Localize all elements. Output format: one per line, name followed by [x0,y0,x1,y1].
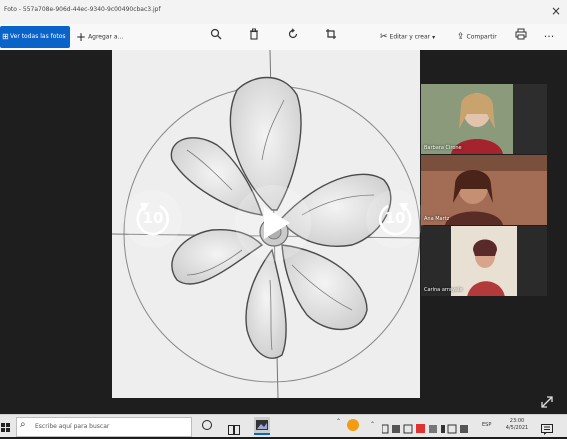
task-view-icon[interactable] [228,420,240,435]
share-button[interactable]: ⇪ Compartir [457,28,497,46]
toolbar: ⊞ Ver todas las fotos + Agregar a... ✂ Edi… [0,24,567,51]
search-placeholder: Escribe aquí para buscar [35,423,110,430]
add-to-button[interactable]: + Agregar a... [76,28,123,46]
chevron-down-icon: ▾ [432,33,436,41]
window-close-button[interactable]: × [551,4,561,18]
participant-video [421,84,547,154]
delete-icon[interactable] [245,28,263,46]
clock[interactable]: 23:00 4/5/2021 [500,418,534,432]
participant-video [421,226,547,296]
participant-name: Barbara Cirone [424,145,462,151]
more-options-button[interactable]: ··· [540,28,558,46]
add-to-label: Agregar a... [88,33,124,41]
forward-10-button[interactable]: 10 [366,190,424,248]
grid-icon: ⊞ [2,32,9,41]
rotate-icon[interactable] [284,28,302,46]
language-indicator[interactable]: ESP [482,422,491,428]
play-icon [264,207,290,239]
participant-name: Carina arrayaie [424,287,463,293]
rewind-seconds-label: 10 [142,209,164,227]
clock-date: 4/5/2021 [505,425,529,431]
participant-tile[interactable]: Ana Martz [421,155,547,225]
rewind-10-button[interactable]: 10 [124,190,182,248]
tray-overflow-icon[interactable]: ⌃ [336,418,341,425]
see-all-photos-label: Ver todas las fotos [10,33,66,40]
zoom-icon[interactable] [207,28,225,46]
window-title: Foto - 557a708e-906d-44ec-9340-9c00490cb… [4,6,161,13]
app-icon[interactable] [347,419,359,431]
share-label: Compartir [466,33,497,41]
crop-icon[interactable] [322,28,340,46]
participant-tile[interactable]: Barbara Cirone [421,84,547,154]
participant-name: Ana Martz [424,216,450,222]
chevron-up-icon[interactable]: ⌃ [370,421,375,428]
edit-icon: ✂ [380,32,388,42]
title-bar: Foto - 557a708e-906d-44ec-9340-9c00490cb… [0,0,567,25]
start-button[interactable] [1,419,11,432]
edit-create-label: Editar y crear [389,33,431,41]
forward-seconds-label: 10 [384,209,406,227]
search-icon: ⌕ [20,419,26,430]
notification-icon[interactable] [541,420,553,435]
edit-create-button[interactable]: ✂ Editar y crear ▾ [380,28,435,46]
see-all-photos-button[interactable]: ⊞ Ver todas las fotos [0,26,70,48]
photos-app-icon[interactable] [254,417,270,435]
play-button[interactable] [235,185,311,261]
clock-time: 23:00 [509,418,525,424]
participant-video-panel: Barbara Cirone Ana Martz Carina arrayaie [421,84,547,297]
share-icon: ⇪ [457,32,465,42]
taskbar-search[interactable]: ⌕ Escribe aquí para buscar [16,417,192,437]
plus-icon: + [76,30,87,44]
print-icon[interactable] [512,28,530,46]
participant-tile[interactable]: Carina arrayaie [421,226,547,296]
participant-video [421,155,547,225]
fullscreen-icon[interactable] [540,394,554,408]
system-tray-icons [381,420,480,434]
taskbar: ⌕ Escribe aquí para buscar ⌃ ⌃ ESP 23:00… [0,414,567,437]
photos-app-window: Foto - 557a708e-906d-44ec-9340-9c00490cb… [0,0,567,437]
cortana-icon[interactable] [202,420,212,430]
